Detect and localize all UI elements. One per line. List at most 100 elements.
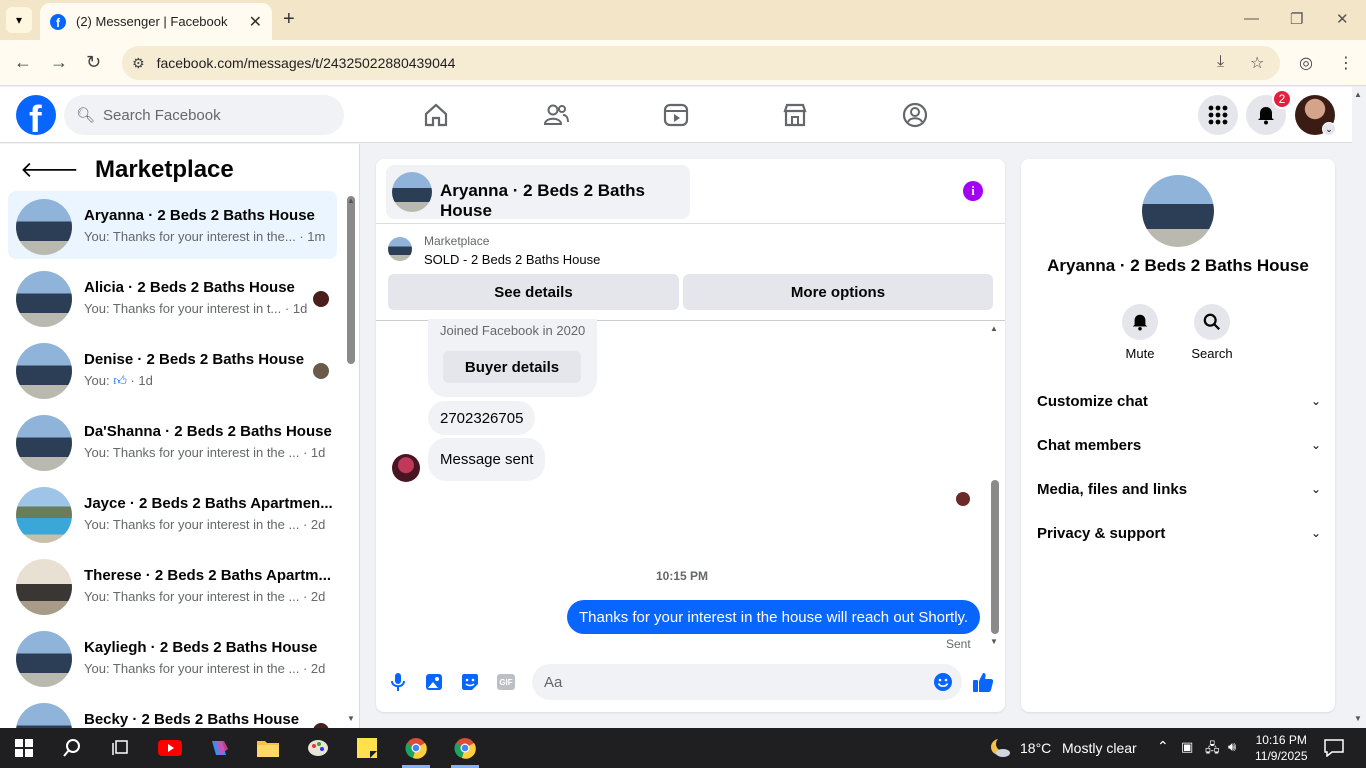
tray-chevron-up-icon[interactable]: ⌃: [1157, 738, 1169, 755]
sidebar-scrollbar[interactable]: [347, 196, 355, 364]
meet-now-icon[interactable]: ▣: [1181, 739, 1193, 755]
sticker-icon[interactable]: [459, 671, 481, 693]
new-tab-button[interactable]: +: [283, 8, 295, 31]
conversation-name: Da'Shanna · 2 Beds 2 Baths House: [84, 423, 332, 440]
marketplace-icon[interactable]: [781, 101, 809, 129]
scroll-down-arrow[interactable]: ▼: [990, 637, 998, 646]
listing-thumbnail: [16, 271, 72, 327]
buyer-details-button[interactable]: Buyer details: [443, 351, 581, 383]
notification-center-icon[interactable]: [1322, 736, 1346, 760]
chevron-down-icon: ⌄: [1310, 394, 1321, 408]
weather-temp[interactable]: 18°C: [1020, 740, 1051, 756]
menu-grid-button[interactable]: [1198, 95, 1238, 135]
chevron-down-icon: ⌄: [1310, 438, 1321, 452]
reload-button[interactable]: ↻: [86, 52, 101, 73]
privacy-support-row[interactable]: Privacy & support ⌄: [1029, 513, 1329, 553]
tab-search-button[interactable]: ▾: [6, 7, 32, 33]
windows-taskbar: 18°C Mostly clear ⌃ ▣ 🖧︎ 🔊︎ 10:16 PM 11/…: [0, 728, 1366, 768]
video-icon[interactable]: [662, 101, 690, 129]
url-text[interactable]: facebook.com/messages/t/2432502288043904…: [157, 55, 456, 71]
listing-thumbnail: [16, 199, 72, 255]
gif-icon[interactable]: GIF: [495, 671, 517, 693]
thumbs-up-icon[interactable]: [972, 671, 994, 693]
weather-moon-icon[interactable]: [988, 736, 1012, 760]
scroll-up-arrow[interactable]: ▲: [990, 324, 998, 333]
paint-app-icon[interactable]: [306, 736, 330, 760]
back-button[interactable]: ←: [14, 52, 32, 73]
browser-menu-icon[interactable]: ⋮: [1338, 53, 1354, 73]
site-info-icon[interactable]: ⚙: [132, 55, 145, 72]
clock-date: 11/9/2025: [1255, 749, 1308, 763]
media-files-links-row[interactable]: Media, files and links ⌄: [1029, 469, 1329, 509]
facebook-favicon-icon: f: [50, 13, 66, 30]
file-explorer-icon[interactable]: [256, 736, 280, 760]
seen-avatar: [956, 492, 970, 506]
volume-icon[interactable]: 🔊︎: [1228, 739, 1236, 755]
install-app-icon[interactable]: ⤓: [1217, 53, 1224, 71]
message-input-box[interactable]: [532, 664, 962, 700]
sticky-notes-icon[interactable]: [355, 736, 379, 760]
conversation-item[interactable]: Becky · 2 Beds 2 Baths House: [8, 695, 337, 728]
profile-icon[interactable]: ◎: [1299, 53, 1313, 73]
conversation-item[interactable]: Da'Shanna · 2 Beds 2 Baths House You: Th…: [8, 407, 337, 475]
network-icon[interactable]: 🖧︎: [1205, 739, 1220, 761]
scroll-down-arrow[interactable]: ▼: [347, 714, 355, 723]
conversation-name: Aryanna · 2 Beds 2 Baths House: [84, 207, 315, 224]
home-icon[interactable]: [422, 101, 450, 129]
facebook-logo[interactable]: f: [16, 95, 56, 135]
windows-start-icon[interactable]: [12, 736, 36, 760]
gaming-icon[interactable]: [901, 101, 929, 129]
restore-button[interactable]: ❐: [1290, 10, 1303, 28]
search-icon[interactable]: [60, 736, 84, 760]
section-label: Customize chat: [1037, 392, 1148, 410]
conversation-item[interactable]: Jayce · 2 Beds 2 Baths Apartmen... You: …: [8, 479, 337, 547]
chat-scrollbar[interactable]: [991, 480, 999, 634]
info-icon[interactable]: i: [963, 181, 983, 201]
chat-header[interactable]: Aryanna · 2 Beds 2 Baths House: [386, 165, 690, 220]
window-close-button[interactable]: ✕: [1336, 10, 1349, 28]
scroll-up-arrow[interactable]: ▲: [347, 196, 355, 205]
search-in-chat-button[interactable]: Search: [1182, 304, 1242, 361]
task-view-icon[interactable]: [108, 736, 132, 760]
listing-thumbnail: [16, 559, 72, 615]
listing-thumbnail: [16, 415, 72, 471]
youtube-icon[interactable]: [158, 736, 182, 760]
emoji-icon[interactable]: [932, 671, 954, 693]
chat-members-row[interactable]: Chat members ⌄: [1029, 425, 1329, 465]
weather-description[interactable]: Mostly clear: [1062, 740, 1137, 756]
conversation-item[interactable]: Therese · 2 Beds 2 Baths Apartm... You: …: [8, 551, 337, 619]
conversation-item[interactable]: Alicia · 2 Beds 2 Baths House You: Thank…: [8, 263, 337, 331]
see-details-button[interactable]: See details: [388, 274, 679, 310]
browser-tab[interactable]: f (2) Messenger | Facebook ✕: [40, 3, 272, 40]
friends-icon[interactable]: [542, 101, 570, 129]
system-clock[interactable]: 10:16 PM 11/9/2025: [1255, 732, 1308, 764]
page-scroll-up-arrow[interactable]: ▲: [1354, 90, 1362, 99]
conversation-item[interactable]: Aryanna · 2 Beds 2 Baths House You: Than…: [8, 191, 337, 259]
more-options-button[interactable]: More options: [683, 274, 993, 310]
grid-icon: [1208, 105, 1228, 125]
conversation-item[interactable]: Denise · 2 Beds 2 Baths House You: 👍︎ · …: [8, 335, 337, 403]
chrome-icon[interactable]: [404, 736, 428, 760]
microphone-icon[interactable]: [387, 671, 409, 693]
mute-button[interactable]: Mute: [1110, 304, 1170, 361]
chrome-profile-icon[interactable]: [453, 736, 477, 760]
facebook-search[interactable]: 🔍︎: [64, 95, 344, 135]
minimize-button[interactable]: —: [1244, 10, 1259, 27]
page-scroll-down-arrow[interactable]: ▼: [1354, 714, 1362, 723]
message-input[interactable]: [544, 673, 924, 691]
forward-button[interactable]: →: [50, 52, 68, 73]
omnibox[interactable]: ⚙ facebook.com/messages/t/24325022880439…: [122, 46, 1280, 80]
chevron-down-icon[interactable]: ⌄: [1322, 122, 1336, 136]
search-input[interactable]: [103, 106, 324, 124]
listing-thumbnail: [16, 343, 72, 399]
tab-close-icon[interactable]: ✕: [249, 12, 262, 32]
photo-icon[interactable]: [423, 671, 445, 693]
conversation-preview: You: Thanks for your interest in the ...…: [84, 589, 326, 604]
back-arrow-icon[interactable]: 🡐: [20, 157, 79, 183]
conversation-preview: You: Thanks for your interest in the... …: [84, 229, 326, 244]
customize-chat-row[interactable]: Customize chat ⌄: [1029, 381, 1329, 421]
conversation-item[interactable]: Kayliegh · 2 Beds 2 Baths House You: Tha…: [8, 623, 337, 691]
bookmark-star-icon[interactable]: ☆: [1250, 53, 1264, 73]
section-label: Privacy & support: [1037, 524, 1166, 542]
copilot-icon[interactable]: [207, 736, 231, 760]
